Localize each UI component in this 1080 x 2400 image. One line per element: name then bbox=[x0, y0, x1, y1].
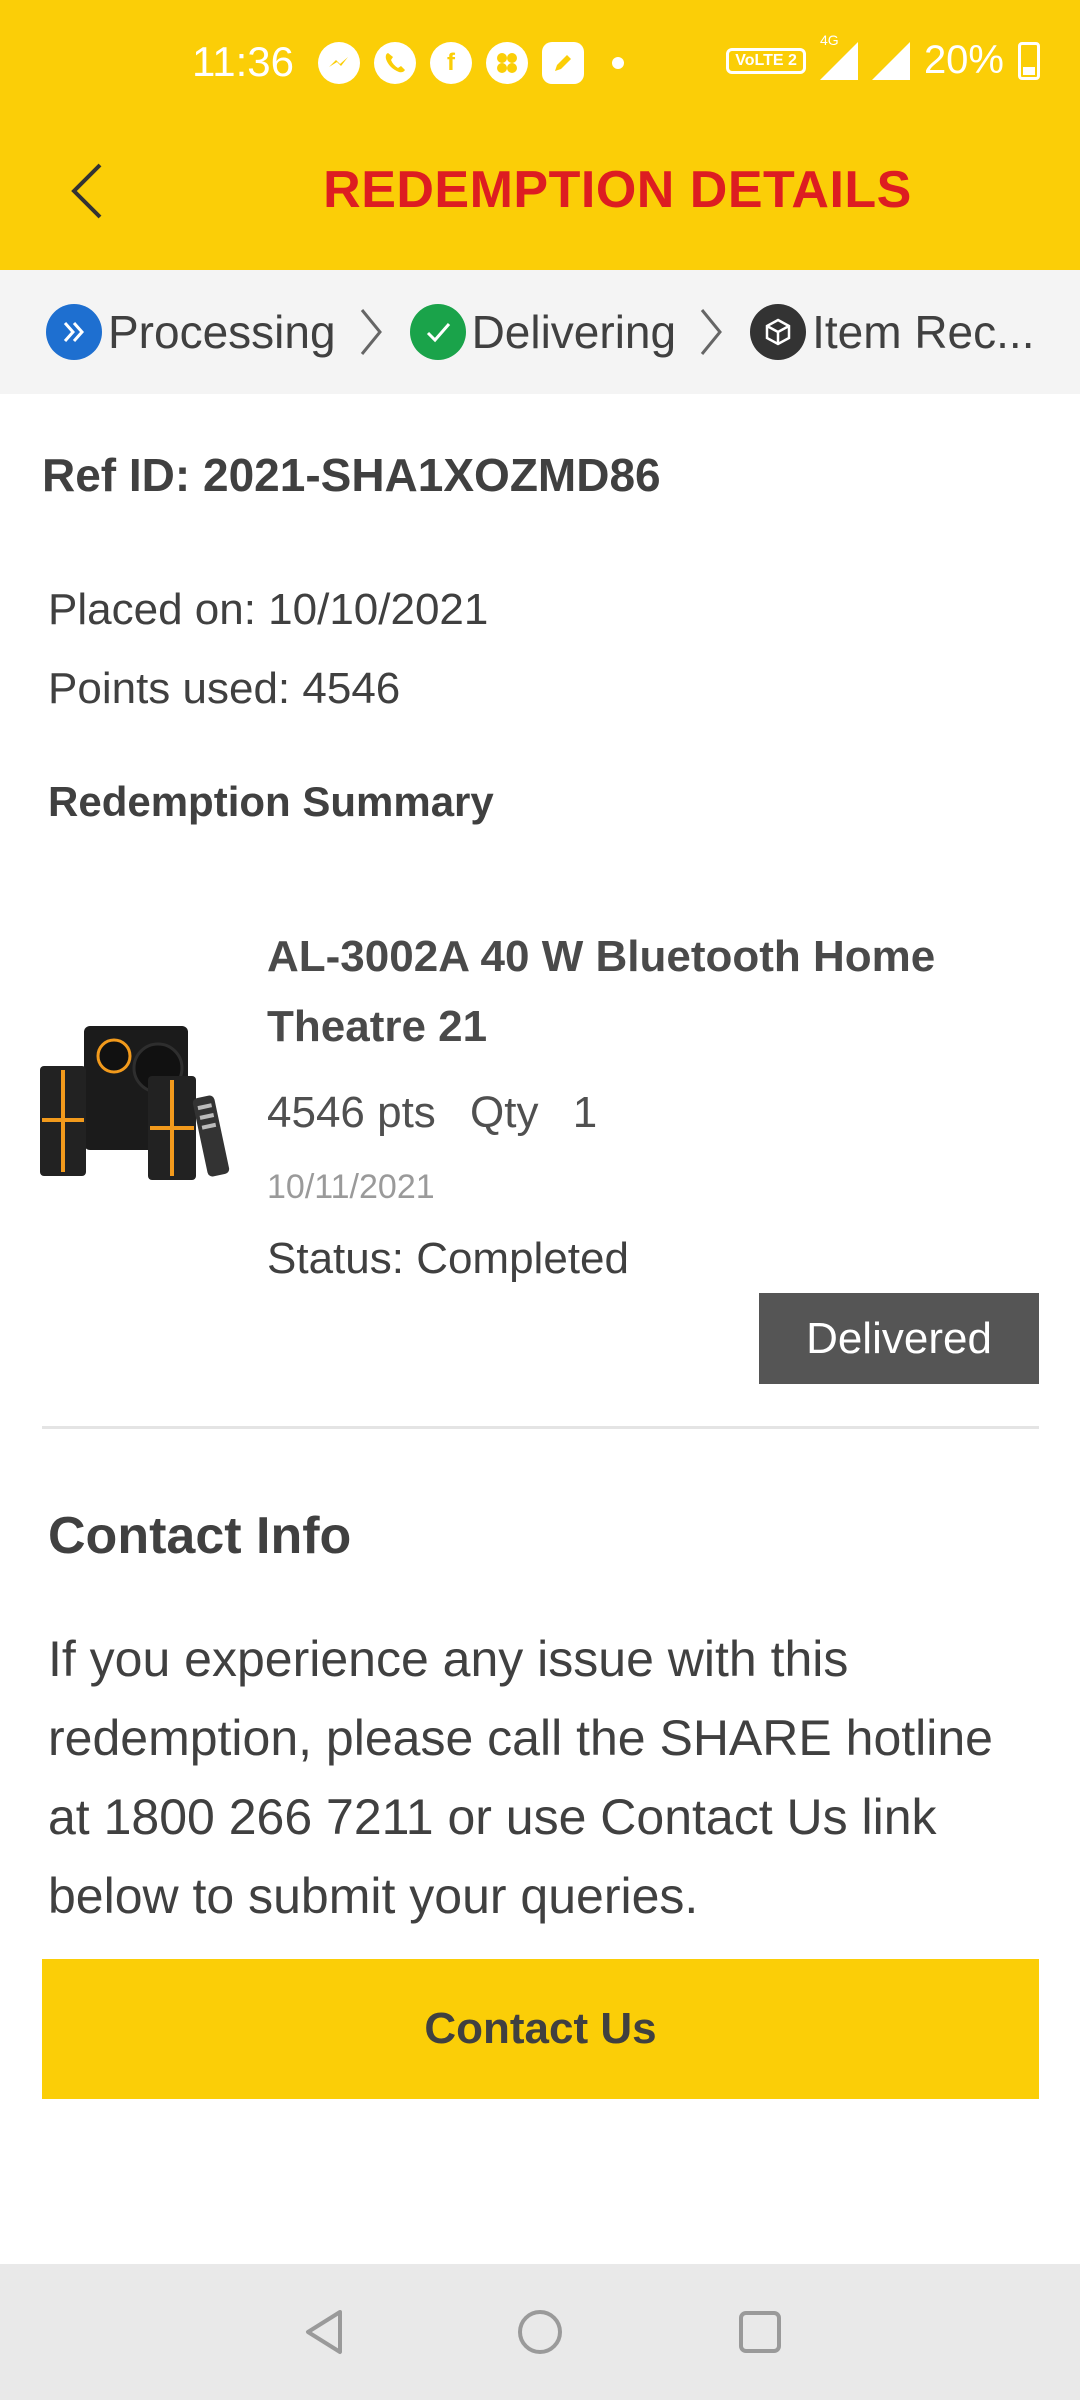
contact-info-text: If you experience any issue with this re… bbox=[48, 1631, 993, 1924]
product-points: 4546 pts bbox=[267, 1088, 436, 1137]
battery-percent: 20% bbox=[923, 38, 1004, 82]
redemption-summary-title: Redemption Summary bbox=[48, 778, 494, 825]
app-header: 11:36 f VoLTE 2 4G 20% REDEMPTION DETAIL… bbox=[0, 0, 1080, 270]
more-notifications-dot bbox=[612, 57, 624, 69]
chevron-right-icon bbox=[698, 304, 724, 360]
recents-square-icon[interactable] bbox=[732, 2304, 788, 2360]
home-circle-icon[interactable] bbox=[512, 2304, 568, 2360]
qty-label: Qty bbox=[470, 1088, 539, 1137]
messenger-icon bbox=[318, 42, 360, 84]
contact-us-button[interactable]: Contact Us bbox=[42, 1959, 1039, 2099]
network-4g-icon: 4G bbox=[819, 32, 858, 80]
fan-icon bbox=[486, 42, 528, 84]
delivered-badge[interactable]: Delivered bbox=[759, 1293, 1039, 1384]
battery-icon bbox=[1018, 41, 1040, 80]
ref-id: Ref ID: 2021-SHA1XOZMD86 bbox=[42, 449, 661, 501]
step-item-received: Item Rec... bbox=[750, 304, 1034, 360]
points-used: Points used: 4546 bbox=[48, 664, 401, 713]
facebook-icon: f bbox=[430, 42, 472, 84]
edit-icon bbox=[542, 42, 584, 84]
step-label: Delivering bbox=[471, 306, 677, 358]
notification-icons: f bbox=[318, 42, 624, 84]
status-time: 11:36 bbox=[192, 38, 294, 85]
home-theatre-speaker-image bbox=[40, 1020, 240, 1180]
contact-info-title: Contact Info bbox=[48, 1507, 352, 1565]
page-title: REDEMPTION DETAILS bbox=[323, 161, 912, 219]
signal-icon bbox=[871, 41, 910, 80]
box-icon bbox=[750, 304, 807, 360]
step-label: Processing bbox=[108, 306, 336, 358]
step-delivering: Delivering bbox=[409, 304, 677, 360]
double-chevron-icon bbox=[46, 304, 102, 360]
step-label: Item Rec... bbox=[812, 306, 1035, 358]
volte-icon: VoLTE 2 bbox=[726, 47, 806, 74]
product-points-qty: 4546 pts Qty 1 bbox=[267, 1088, 597, 1138]
product-date: 10/11/2021 bbox=[267, 1168, 435, 1206]
product-name: AL-3002A 40 W Bluetooth Home Theatre 21 bbox=[267, 932, 936, 1051]
divider bbox=[42, 1426, 1039, 1429]
product-status: Status: Completed bbox=[267, 1234, 629, 1283]
system-nav-bar bbox=[0, 2264, 1080, 2400]
check-icon bbox=[409, 304, 466, 360]
phone-icon bbox=[374, 42, 416, 84]
chevron-right-icon bbox=[358, 304, 384, 360]
order-progress-stepper: Processing Delivering Item Rec... bbox=[0, 270, 1080, 394]
back-triangle-icon[interactable] bbox=[296, 2304, 352, 2360]
placed-on: Placed on: 10/10/2021 bbox=[48, 585, 489, 634]
status-bar: 11:36 f VoLTE 2 4G 20% bbox=[0, 0, 1080, 130]
step-processing: Processing bbox=[46, 304, 336, 360]
system-status: VoLTE 2 4G 20% bbox=[726, 32, 1040, 83]
qty-value: 1 bbox=[572, 1088, 598, 1137]
